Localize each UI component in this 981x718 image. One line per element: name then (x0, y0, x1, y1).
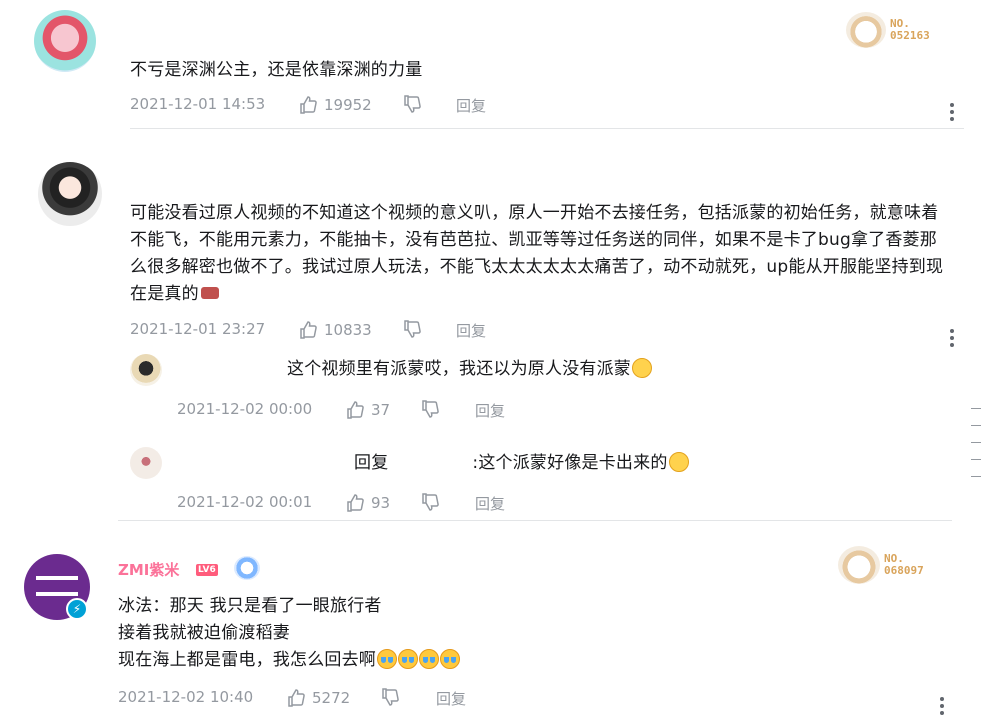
thumbs-down-icon[interactable] (402, 319, 422, 339)
crying-emoji-icon (440, 649, 460, 669)
cow-emoji-icon (200, 287, 219, 299)
reply-meta: 2021-12-02 00:01 93 回复 (177, 493, 597, 513)
reply-meta: 2021-12-02 00:00 37 回复 (177, 400, 597, 420)
reply-time: 2021-12-02 00:00 (177, 400, 313, 418)
commenter-avatar[interactable] (34, 10, 96, 72)
verified-icon: ⚡ (66, 598, 88, 620)
thumbs-up-icon (298, 320, 318, 340)
comment-meta: 2021-12-02 10:40 5272 回复 (118, 688, 618, 708)
fan-badge: NO. 052163 (846, 12, 930, 48)
zmi-logo-icon (36, 576, 78, 596)
crying-emoji-icon (419, 649, 439, 669)
like-button[interactable]: 5272 (286, 688, 350, 708)
crying-emoji-icon (377, 649, 397, 669)
like-count: 37 (371, 401, 391, 419)
reply-button[interactable]: 回复 (475, 400, 505, 421)
level-badge: LV6 (196, 564, 218, 576)
like-count: 93 (371, 494, 391, 512)
divider (118, 520, 952, 521)
thumbs-up-icon (286, 688, 306, 708)
username[interactable]: ZMI紫米 (118, 559, 179, 580)
thumbs-up-icon (298, 95, 318, 115)
thumbs-down-icon[interactable] (420, 399, 440, 419)
mascot-icon (838, 546, 880, 584)
reply-prefix: 回复 (354, 453, 389, 473)
divider (130, 128, 964, 129)
thumbs-down-icon[interactable] (380, 687, 400, 707)
comment-time: 2021-12-02 10:40 (118, 688, 254, 706)
reply-text: 回复:这个派蒙好像是卡出来的 (354, 450, 954, 477)
comment-time: 2021-12-01 14:53 (130, 95, 266, 113)
comment-text: 不亏是深渊公主，还是依靠深渊的力量 (130, 60, 423, 80)
thumbs-down-icon[interactable] (402, 94, 422, 114)
reply-time: 2021-12-02 00:01 (177, 493, 313, 511)
like-count: 10833 (324, 321, 372, 339)
scroll-indicator[interactable] (971, 408, 981, 493)
like-button[interactable]: 19952 (298, 95, 372, 115)
fan-badge: NO. 068097 (838, 546, 924, 584)
decoration-icon (234, 556, 260, 580)
fan-badge-number: NO. 068097 (884, 552, 924, 577)
fan-badge-number: NO. 052163 (890, 17, 930, 42)
reply-button[interactable]: 回复 (456, 320, 486, 341)
thumbs-up-icon (345, 493, 365, 513)
laughing-emoji-icon (632, 358, 652, 378)
reply-button[interactable]: 回复 (475, 493, 505, 514)
thumbs-down-icon[interactable] (420, 492, 440, 512)
mascot-icon (846, 12, 886, 48)
like-button[interactable]: 93 (345, 493, 390, 513)
like-button[interactable]: 10833 (298, 320, 372, 340)
comment-time: 2021-12-01 23:27 (130, 320, 266, 338)
commenter-avatar[interactable] (38, 162, 102, 226)
reply-text: 这个视频里有派蒙哎，我还以为原人没有派蒙 (287, 356, 927, 383)
more-options-icon[interactable] (949, 103, 955, 124)
comment-text: 冰法：那天 我只是看了一眼旅行者 接着我就被迫偷渡稻妻 现在海上都是雷电，我怎么… (118, 593, 918, 674)
comment-text: 可能没看过原人视频的不知道这个视频的意义叭，原人一开始不去接任务，包括派蒙的初始… (130, 203, 944, 304)
reply-avatar[interactable] (130, 354, 162, 386)
thinking-emoji-icon (668, 452, 689, 472)
reply-button[interactable]: 回复 (456, 95, 486, 116)
crying-emoji-icon (398, 649, 418, 669)
reply-button[interactable]: 回复 (436, 688, 466, 709)
like-count: 19952 (324, 96, 372, 114)
thumbs-up-icon (345, 400, 365, 420)
like-count: 5272 (312, 689, 351, 707)
comment-meta: 2021-12-01 23:27 10833 回复 (130, 320, 630, 340)
more-options-icon[interactable] (949, 329, 955, 350)
like-button[interactable]: 37 (345, 400, 390, 420)
reply-avatar[interactable] (130, 447, 162, 479)
comment-meta: 2021-12-01 14:53 19952 回复 (130, 95, 630, 115)
